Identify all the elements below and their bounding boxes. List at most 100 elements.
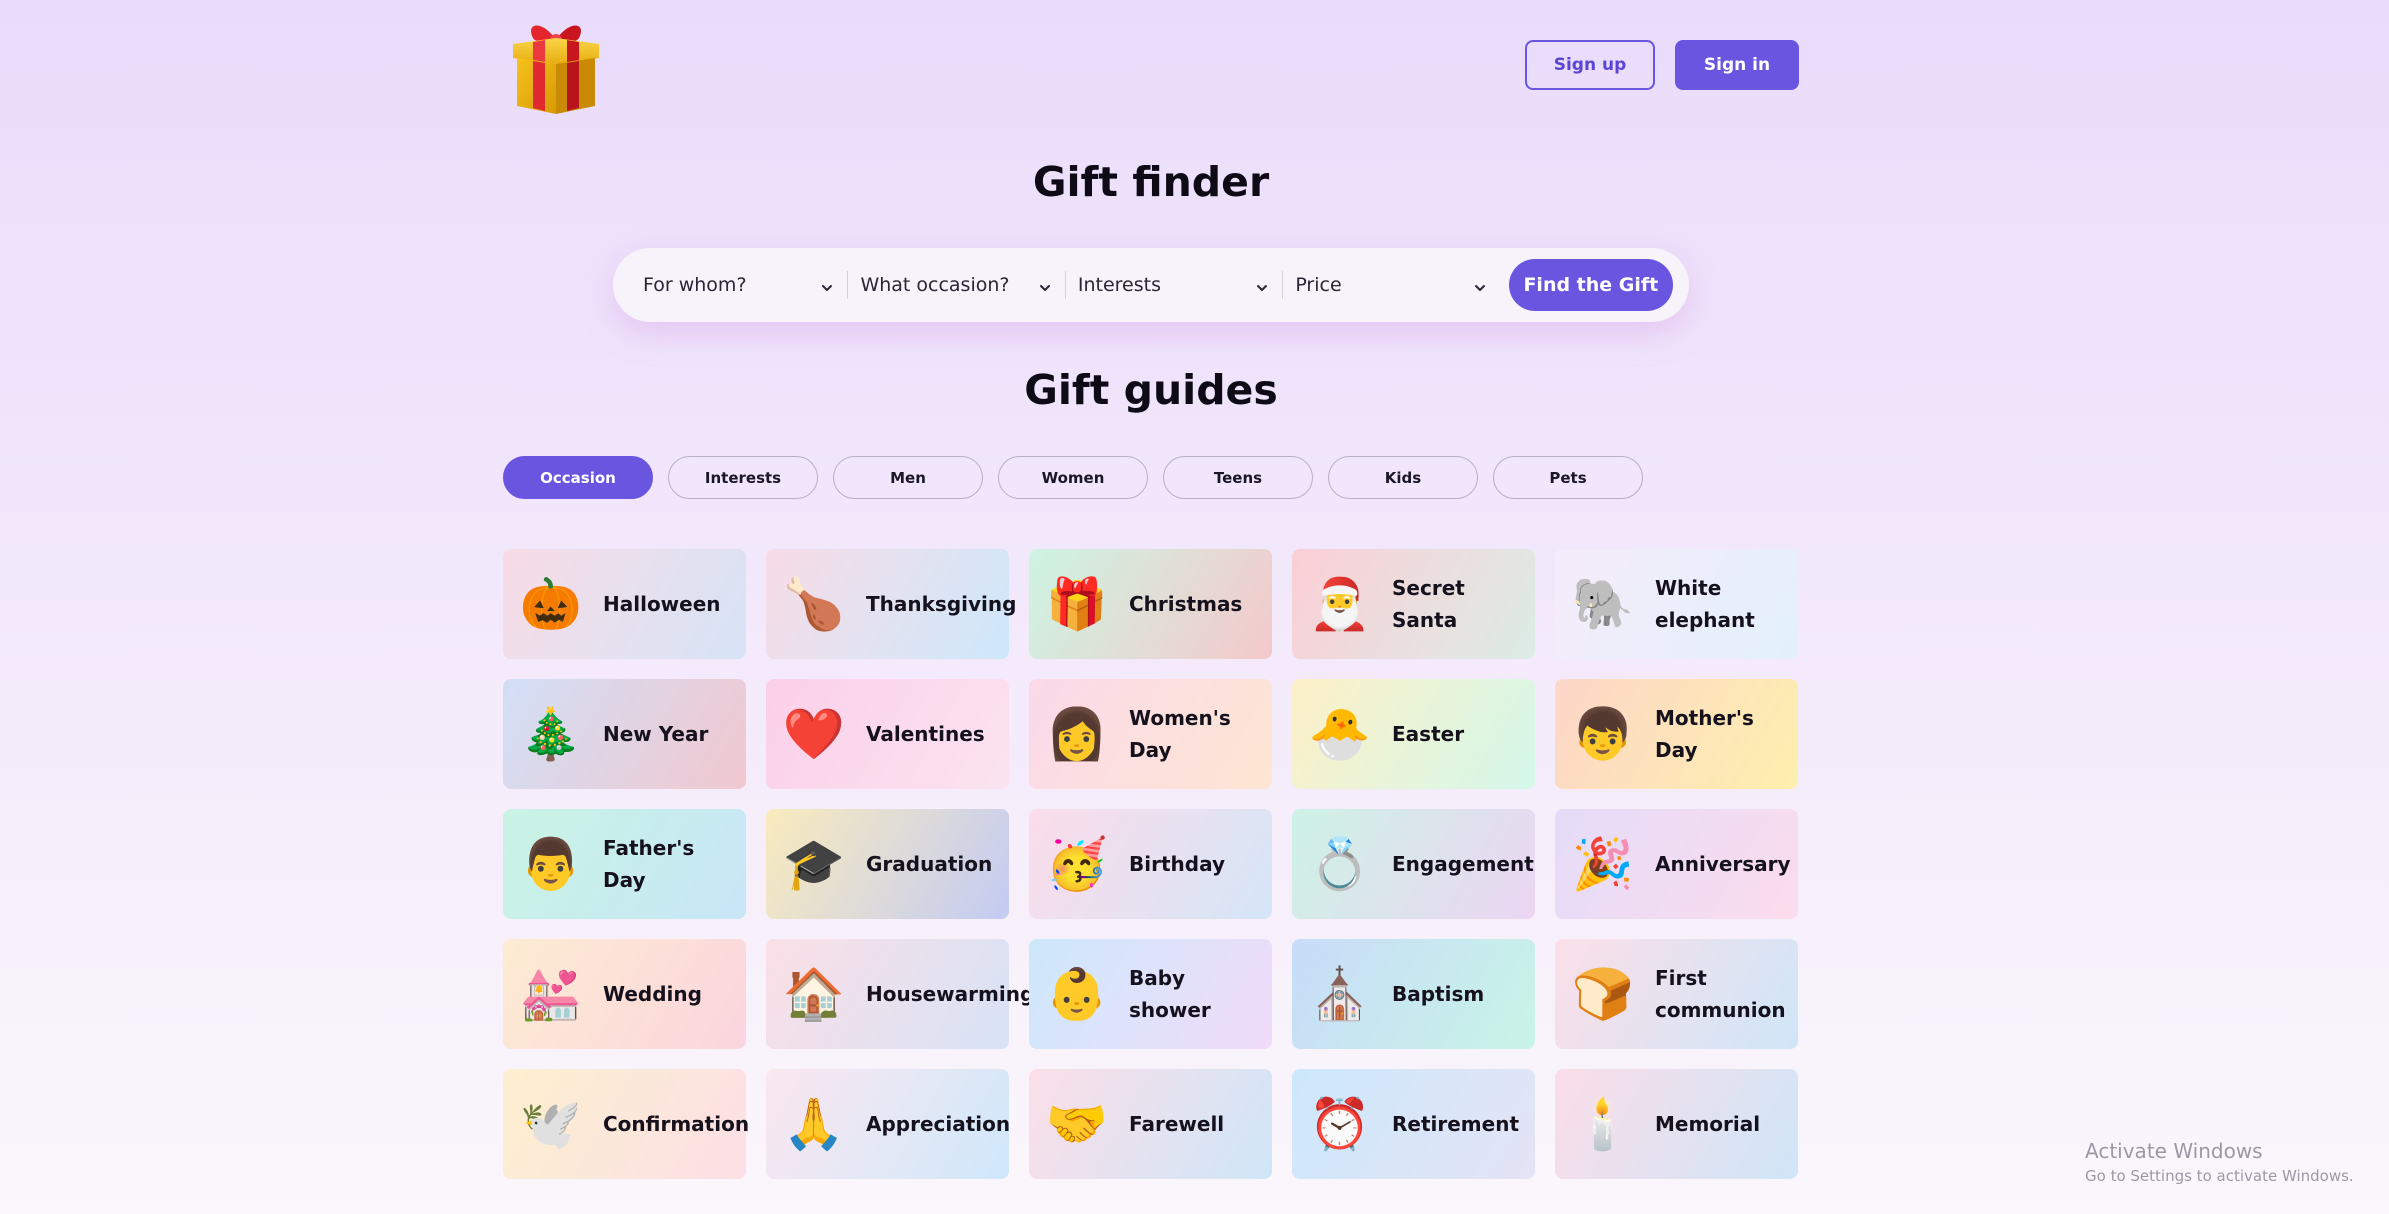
guide-card-label: White elephant [1655,576,1755,632]
guide-card-label: Memorial [1655,1112,1761,1136]
guide-tabs: Occasion Interests Men Women Teens Kids Pets [503,456,1643,499]
tab-kids[interactable]: Kids [1328,456,1478,499]
christmas-tree-icon: 🎄 [519,705,583,763]
guide-card-mother-s-day[interactable]: 👦 Mother's Day [1555,679,1798,789]
guide-card-label: Graduation [866,852,993,876]
guide-card-label: Halloween [603,592,721,616]
watermark-subtitle: Go to Settings to activate Windows. [2085,1167,2354,1185]
gift-finder-bar: For whom? What occasion? Interests Price… [613,248,1689,322]
house-icon: 🏠 [782,965,846,1023]
ring-icon: 💍 [1308,835,1372,893]
tab-teens[interactable]: Teens [1163,456,1313,499]
guide-card-anniversary[interactable]: 🎉 Anniversary [1555,809,1798,919]
guide-card-first-communion[interactable]: 🍞 First communion [1555,939,1798,1049]
guide-card-label: Engagement [1392,852,1534,876]
dove-icon: 🕊️ [519,1095,583,1153]
guide-card-farewell[interactable]: 🤝 Farewell [1029,1069,1272,1179]
guide-card-label: Retirement [1392,1112,1520,1136]
guide-card-baptism[interactable]: ⛪ Baptism [1292,939,1535,1049]
guide-card-appreciation[interactable]: 🙏 Appreciation [766,1069,1011,1179]
gift-logo-icon[interactable] [503,10,609,116]
poultry-leg-icon: 🍗 [782,575,846,633]
tab-pets[interactable]: Pets [1493,456,1643,499]
tab-women[interactable]: Women [998,456,1148,499]
elephant-icon: 🐘 [1571,575,1635,633]
guide-card-father-s-day[interactable]: 👨 Father's Day [503,809,746,919]
watermark-title: Activate Windows [2085,1139,2263,1163]
guide-card-label: New Year [603,722,709,746]
guide-card-birthday[interactable]: 🥳 Birthday [1029,809,1272,919]
man-icon: 👨 [519,835,583,893]
bread-icon: 🍞 [1571,965,1635,1023]
guide-card-label: Confirmation [603,1112,750,1136]
guide-card-label: Appreciation [866,1112,1011,1136]
person-icon: 👦 [1571,705,1635,763]
baby-icon: 👶 [1045,965,1109,1023]
woman-icon: 👩 [1045,705,1109,763]
guide-card-label: Wedding [603,982,702,1006]
occasion-label: What occasion? [860,274,1010,296]
price-label: Price [1295,274,1342,296]
tab-occasion[interactable]: Occasion [503,456,653,499]
handshake-icon: 🤝 [1045,1095,1109,1153]
guide-card-easter[interactable]: 🐣 Easter [1292,679,1535,789]
party-face-icon: 🥳 [1045,835,1109,893]
chevron-down-icon [820,278,834,292]
guide-card-white-elephant[interactable]: 🐘 White elephant [1555,549,1798,659]
candle-icon: 🕯️ [1571,1095,1635,1153]
guide-card-label: Christmas [1129,592,1243,616]
guide-card-memorial[interactable]: 🕯️ Memorial [1555,1069,1798,1179]
for-whom-select[interactable]: For whom? [631,267,849,303]
guide-card-label: First communion [1655,966,1786,1022]
tab-interests[interactable]: Interests [668,456,818,499]
graduation-cap-icon: 🎓 [782,835,846,893]
price-select[interactable]: Price [1283,267,1500,303]
sign-in-button[interactable]: Sign in [1675,40,1799,90]
pumpkin-icon: 🎃 [519,575,583,633]
guide-card-label: Secret Santa [1392,576,1465,632]
folded-hands-icon: 🙏 [782,1095,846,1153]
guide-card-label: Thanksgiving [866,592,1017,616]
guide-card-label: Valentines [866,722,985,746]
guide-card-wedding[interactable]: 💒 Wedding [503,939,746,1049]
church-icon: ⛪ [1308,965,1372,1023]
gift-finder-title: Gift finder [1032,158,1270,206]
guide-card-baby-shower[interactable]: 👶 Baby shower [1029,939,1272,1049]
guide-card-new-year[interactable]: 🎄 New Year [503,679,746,789]
guide-card-label: Anniversary [1655,852,1791,876]
guide-card-thanksgiving[interactable]: 🍗 Thanksgiving [766,549,1016,659]
guide-card-housewarming[interactable]: 🏠 Housewarming [766,939,1034,1049]
chevron-down-icon [1255,278,1269,292]
windows-activation-watermark: Activate Windows Go to Settings to activ… [2085,1139,2354,1185]
find-the-gift-button[interactable]: Find the Gift [1508,259,1673,311]
guide-cards-grid: 🎃 Halloween 🍗 Thanksgiving 🎁 Christmas 🎅 Secret… [503,549,1799,1179]
interests-label: Interests [1077,274,1161,296]
occasion-select[interactable]: What occasion? [848,267,1067,303]
for-whom-label: For whom? [643,274,747,296]
hatching-chick-icon: 🐣 [1308,705,1372,763]
guide-card-secret-santa[interactable]: 🎅 Secret Santa [1292,549,1535,659]
guide-card-retirement[interactable]: ⏰ Retirement [1292,1069,1535,1179]
tab-men[interactable]: Men [833,456,983,499]
heart-icon: ❤️ [782,705,846,763]
gift-guides-title: Gift guides [1024,366,1278,414]
chevron-down-icon [1473,278,1487,292]
sign-up-button[interactable]: Sign up [1525,40,1655,90]
guide-card-christmas[interactable]: 🎁 Christmas [1029,549,1272,659]
santa-icon: 🎅 [1308,575,1372,633]
interests-select[interactable]: Interests [1066,267,1284,303]
party-popper-icon: 🎉 [1571,835,1635,893]
chevron-down-icon [1038,278,1052,292]
wedding-chapel-icon: 💒 [519,965,583,1023]
guide-card-label: Birthday [1129,852,1225,876]
guide-card-women-s-day[interactable]: 👩 Women's Day [1029,679,1272,789]
guide-card-label: Baptism [1392,982,1485,1006]
guide-card-graduation[interactable]: 🎓 Graduation [766,809,1009,919]
guide-card-halloween[interactable]: 🎃 Halloween [503,549,746,659]
guide-card-label: Mother's Day [1655,706,1754,762]
guide-card-label: Housewarming [866,982,1035,1006]
guide-card-label: Father's Day [603,836,695,892]
guide-card-valentines[interactable]: ❤️ Valentines [766,679,1009,789]
guide-card-engagement[interactable]: 💍 Engagement [1292,809,1535,919]
guide-card-confirmation[interactable]: 🕊️ Confirmation [503,1069,750,1179]
